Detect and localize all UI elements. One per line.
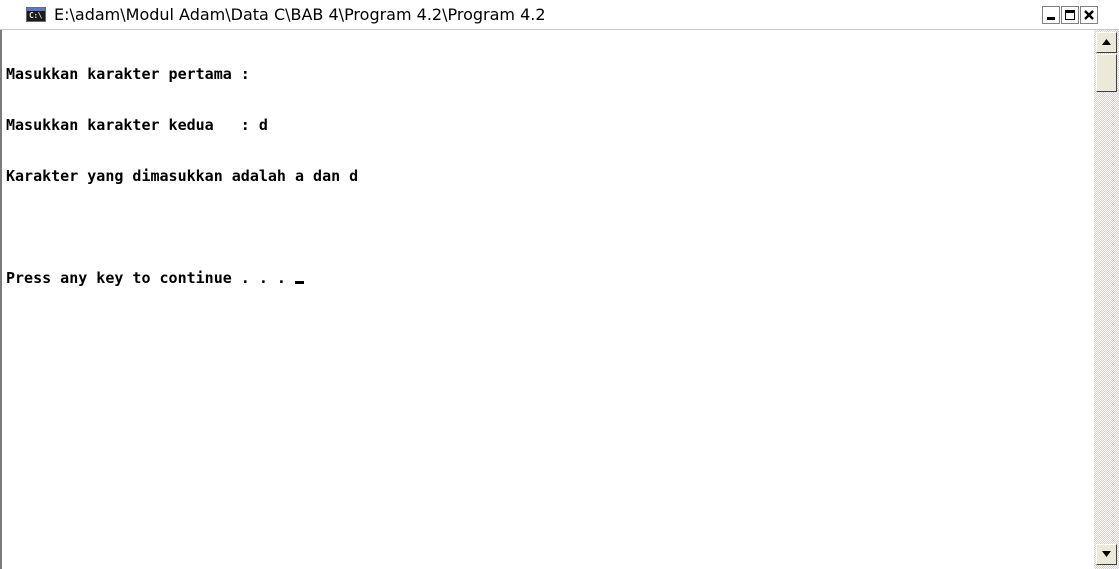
console-prompt-line: Press any key to continue . . . [6,270,358,287]
title-bar[interactable]: C:\ E:\adam\Modul Adam\Data C\BAB 4\Prog… [0,0,1119,30]
scroll-thumb[interactable] [1096,54,1117,92]
console-window: C:\ E:\adam\Modul Adam\Data C\BAB 4\Prog… [0,0,1119,569]
maximize-icon [1065,10,1075,20]
console-icon-text: C:\ [29,11,42,20]
press-any-key-text: Press any key to continue . . . [6,269,295,287]
console-line: Masukkan karakter pertama : [6,65,250,83]
maximize-button[interactable] [1061,6,1079,24]
console-output-area[interactable]: Masukkan karakter pertama : Masukkan kar… [0,30,1094,569]
minimize-icon [1047,17,1055,20]
arrow-down-icon [1102,551,1111,557]
scroll-up-button[interactable] [1096,32,1117,53]
text-cursor [294,281,304,284]
window-title: E:\adam\Modul Adam\Data C\BAB 4\Program … [54,5,546,24]
minimize-button[interactable] [1042,6,1060,24]
console-line: Masukkan karakter kedua : d [6,116,268,134]
console-app-icon[interactable]: C:\ [26,7,46,22]
arrow-up-icon [1102,39,1111,45]
vertical-scrollbar[interactable] [1094,30,1119,569]
scroll-down-button[interactable] [1096,544,1117,565]
console-text: Masukkan karakter pertama : Masukkan kar… [6,32,358,321]
console-line: Karakter yang dimasukkan adalah a dan d [6,167,359,185]
close-icon [1084,10,1094,20]
close-button[interactable] [1080,6,1098,24]
